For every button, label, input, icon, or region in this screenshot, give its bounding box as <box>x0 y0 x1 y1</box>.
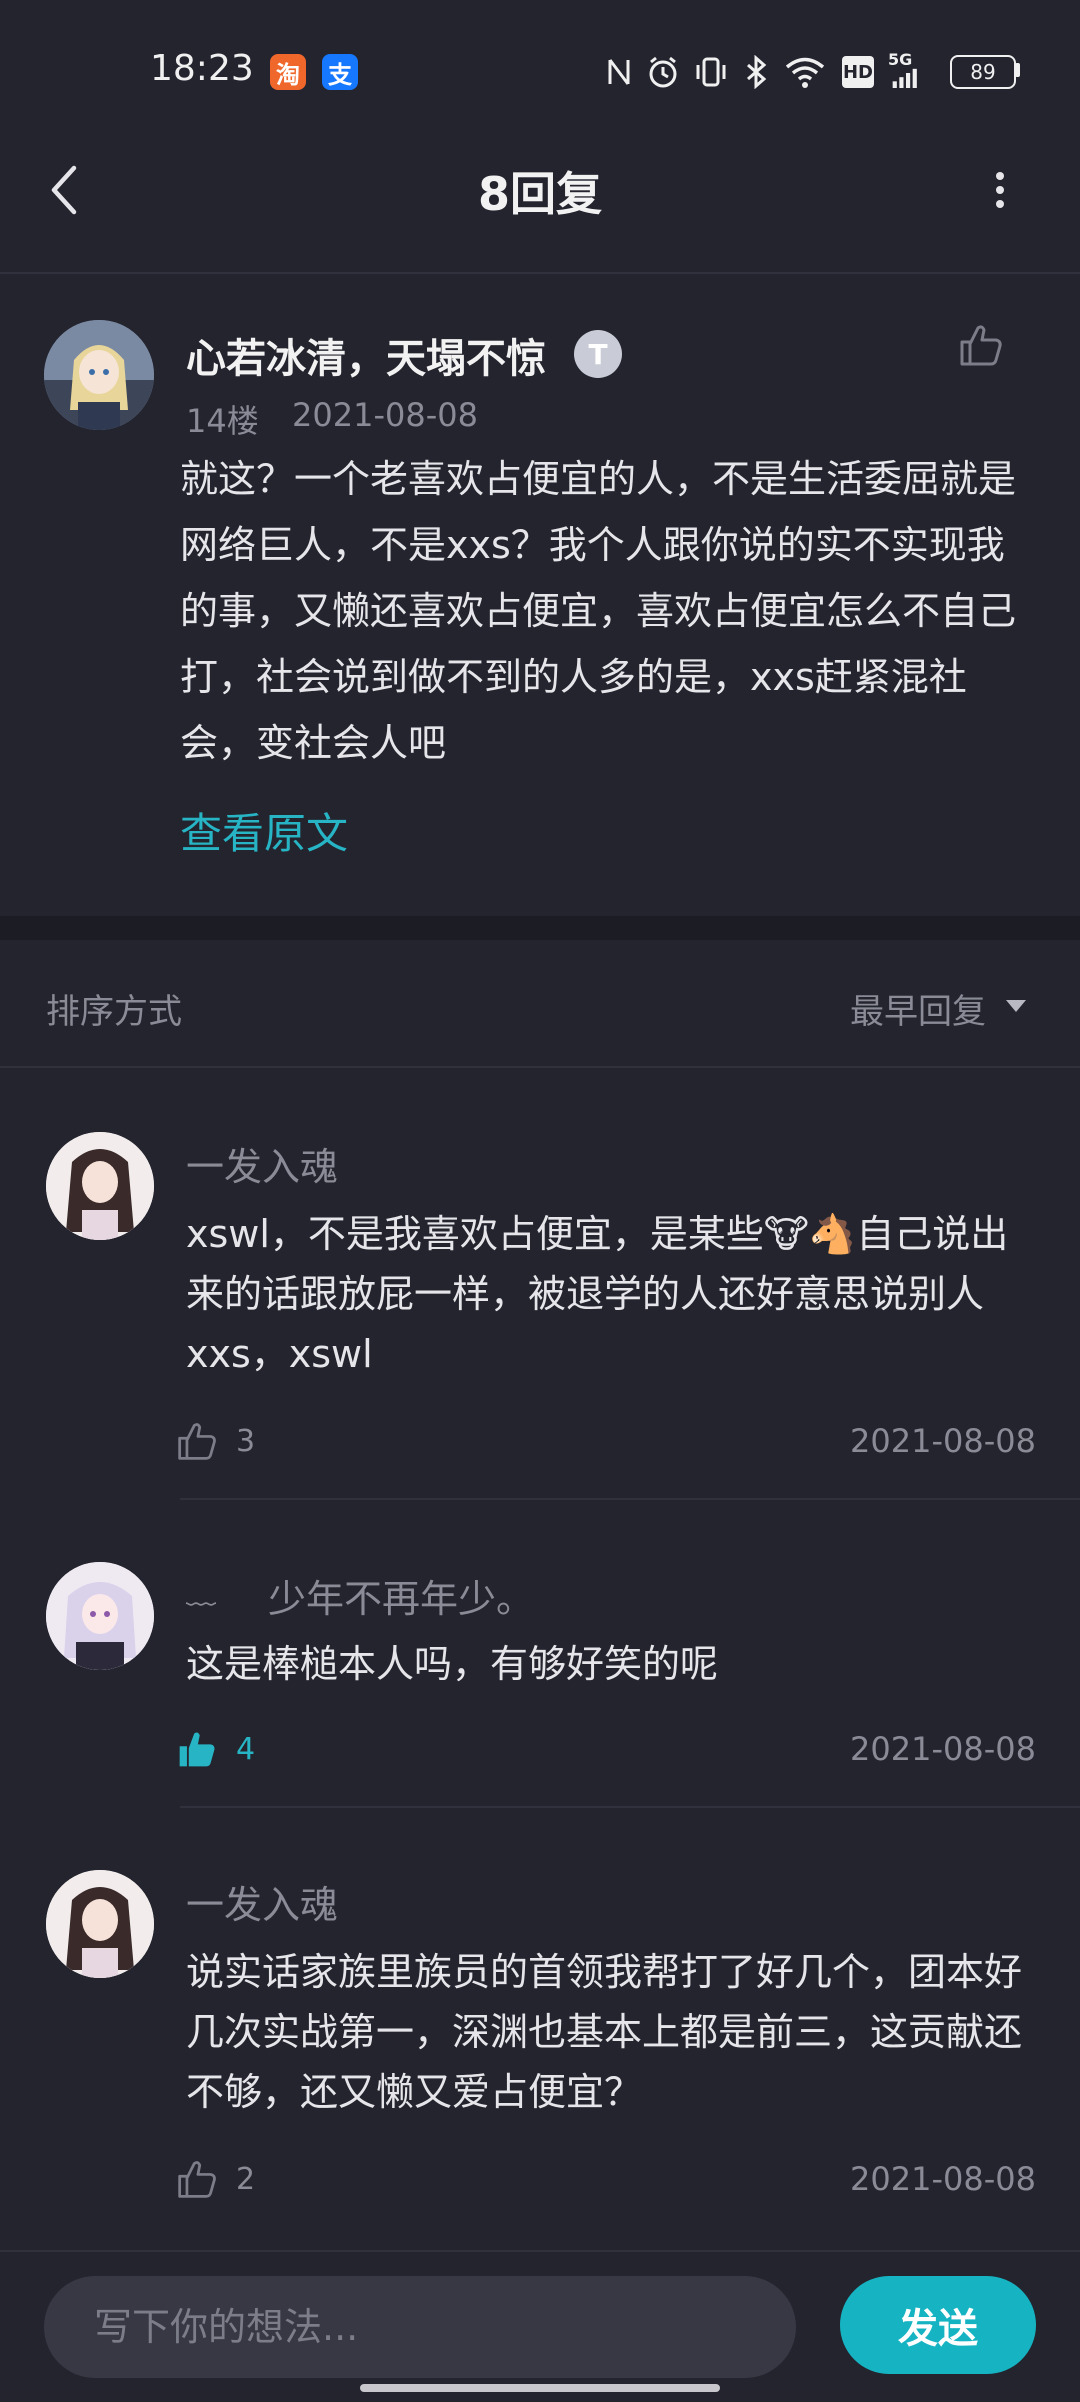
sort-divider <box>0 1066 1080 1068</box>
battery-tip <box>1015 63 1020 77</box>
page-title: 8回复 <box>477 167 602 221</box>
alarm-icon <box>646 54 680 90</box>
reply-author[interactable]: 少年不再年少。 <box>268 1568 534 1623</box>
thumbs-up-icon[interactable] <box>176 1420 218 1462</box>
comment-input-container[interactable] <box>44 2276 796 2378</box>
floor-number: 14楼 <box>186 402 259 440</box>
author-prefix: ﹏ <box>186 1576 216 1611</box>
header-divider <box>0 272 1080 274</box>
chevron-down-icon[interactable] <box>1004 998 1028 1014</box>
thumbs-up-icon[interactable] <box>176 2158 218 2200</box>
hd-voice-icon: HD <box>842 56 874 88</box>
bluetooth-icon <box>744 54 768 90</box>
cellular-signal-icon: 5G <box>888 52 924 88</box>
thumbs-up-filled-icon[interactable] <box>176 1728 218 1770</box>
main-author-avatar[interactable] <box>44 320 154 430</box>
section-separator <box>0 916 1080 940</box>
vibrate-icon <box>694 54 728 90</box>
reply-date: 2021-08-08 <box>850 1422 1036 1460</box>
reply-date: 2021-08-08 <box>850 2160 1036 2198</box>
thumbs-up-icon[interactable] <box>958 322 1004 368</box>
main-post-date: 2021-08-08 <box>292 396 478 434</box>
level-badge-icon: T <box>574 330 622 378</box>
like-count: 3 <box>236 1424 256 1459</box>
comment-input[interactable] <box>92 2304 736 2350</box>
main-post-content: 就这？一个老喜欢占便宜的人，不是生活委屈就是网络巨人，不是xxs？我个人跟你说的… <box>180 457 1017 765</box>
nfc-icon <box>606 54 632 90</box>
like-count: 4 <box>236 1732 256 1767</box>
reply-content: 这是棒槌本人吗，有够好笑的呢 <box>186 1642 719 1686</box>
reply-avatar[interactable] <box>46 1562 154 1670</box>
reply-avatar[interactable] <box>46 1870 154 1978</box>
reply-avatar[interactable] <box>46 1132 154 1240</box>
home-indicator[interactable] <box>360 2384 720 2392</box>
network-type: 5G <box>888 50 913 69</box>
reply-content: xswl，不是我喜欢占便宜，是某些🐮🐴自己说出来的话跟放屁一样，被退学的人还好意… <box>186 1212 1009 1376</box>
reply-divider <box>180 1806 1080 1808</box>
reply-author[interactable]: 一发入魂 <box>186 1874 338 1929</box>
more-options-icon[interactable] <box>990 170 1010 210</box>
reply-divider <box>180 1498 1080 1500</box>
sort-label: 排序方式 <box>46 992 182 1032</box>
battery-indicator: 89 <box>950 55 1016 89</box>
taobao-notification-icon: 淘 <box>270 54 306 90</box>
like-count: 2 <box>236 2162 256 2197</box>
wifi-icon <box>784 54 826 90</box>
alipay-notification-icon: 支 <box>322 54 358 90</box>
reply-content: 说实话家族里族员的首领我帮打了好几个，团本好几次实战第一，深渊也基本上都是前三，… <box>186 1950 1023 2114</box>
sort-dropdown[interactable]: 最早回复 <box>850 984 986 1033</box>
status-time: 18:23 <box>150 48 254 89</box>
send-button[interactable]: 发送 <box>840 2276 1036 2374</box>
main-author-name[interactable]: 心若冰清，天塌不惊 <box>186 326 546 384</box>
view-original-link[interactable]: 查看原文 <box>180 800 348 861</box>
reply-date: 2021-08-08 <box>850 1730 1036 1768</box>
reply-author[interactable]: 一发入魂 <box>186 1136 338 1191</box>
